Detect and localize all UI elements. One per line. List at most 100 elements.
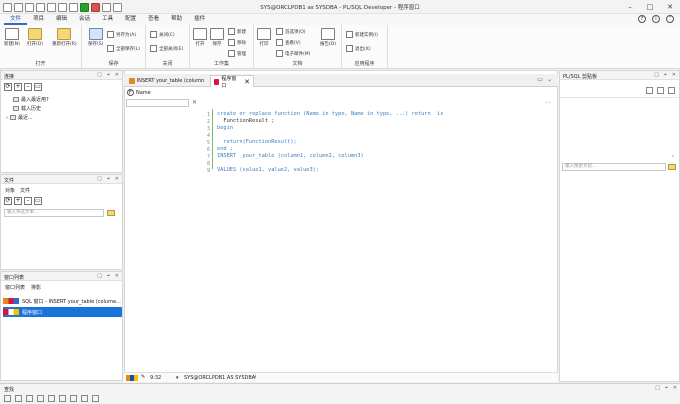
connection-dropdown-icon[interactable]: ▾ (176, 375, 179, 381)
tab-program-window[interactable]: 程序窗口 ✕ (210, 75, 254, 89)
menu-view[interactable]: 查看 (142, 14, 165, 25)
clipboard-search-input[interactable]: 输入搜索文段... (562, 163, 666, 171)
collapse-ribbon-icon[interactable]: ˄ (666, 15, 674, 23)
tab-objects[interactable]: 对象 (5, 187, 15, 194)
tree-item[interactable]: 最入最近用? (13, 96, 49, 103)
search-option-icon[interactable] (92, 395, 99, 402)
menu-session[interactable]: 会话 (73, 14, 96, 25)
close-tab-icon[interactable]: ✕ (244, 78, 250, 86)
report-button[interactable]: 报告(O) (320, 28, 336, 47)
save-as-button[interactable]: 另存为(A) (107, 31, 136, 38)
expand-icon[interactable]: › (6, 115, 8, 121)
pin-icon[interactable]: ⌖ (107, 72, 110, 78)
close-icon[interactable]: ✕ (672, 72, 676, 78)
float-icon[interactable]: □ (97, 176, 102, 182)
tab-menu-icon[interactable]: ⌄ (547, 76, 552, 83)
open-button[interactable]: 打开(O) (27, 28, 43, 47)
float-icon[interactable]: □ (97, 273, 102, 279)
save-all-button[interactable]: 全部保存(L) (107, 45, 140, 52)
float-icon[interactable]: □ (97, 72, 102, 78)
close-icon[interactable]: ✕ (115, 273, 119, 279)
exit-button[interactable]: 退出(X) (346, 45, 371, 52)
help-icon[interactable]: ? (638, 15, 646, 23)
workset-remove-button[interactable]: 移除 (228, 39, 246, 46)
tree-item[interactable]: 载入历史 (13, 105, 41, 112)
info-icon[interactable]: i (652, 15, 660, 23)
connection-label[interactable]: SYS@ORCLPDB1 AS SYSDBA (184, 375, 255, 381)
clear-icon[interactable] (668, 87, 675, 94)
float-icon[interactable]: □ (655, 385, 660, 391)
line-number: 7 (206, 154, 210, 160)
maximize-icon[interactable]: □ (640, 0, 660, 14)
menu-file[interactable]: 文件 (4, 14, 28, 25)
menu-project[interactable]: 项目 (27, 14, 50, 25)
refresh-icon[interactable]: ⟳ (4, 197, 12, 205)
reopen-button[interactable]: 重新打开(R) (52, 28, 77, 47)
close-icon[interactable]: ✕ (673, 385, 677, 391)
remove-icon[interactable]: – (24, 83, 32, 91)
list-item-selected[interactable]: 程序窗口 (3, 307, 122, 317)
workset-open-button[interactable]: 打开 (193, 28, 207, 47)
clipboard-list[interactable] (560, 97, 679, 151)
menu-help[interactable]: 帮助 (165, 14, 188, 25)
new-instance-button[interactable]: 新建实例(I) (346, 31, 378, 38)
paste-icon[interactable] (657, 87, 664, 94)
tab-files[interactable]: 文件 (20, 187, 30, 194)
save-button[interactable]: 保存(S) (88, 28, 103, 47)
search-option-icon[interactable] (48, 395, 55, 402)
folder-icon[interactable]: ▭ (34, 83, 42, 91)
menu-configure[interactable]: 配置 (119, 14, 142, 25)
tab-sql-window[interactable]: INSERT your_table (column... (126, 75, 208, 87)
pin-icon[interactable]: ⌖ (665, 385, 668, 391)
menu-edit[interactable]: 编辑 (50, 14, 73, 25)
clipboard-folder-icon[interactable] (668, 164, 676, 170)
expand-code-icon[interactable]: ‹ › (545, 100, 551, 106)
files-search-input[interactable]: 输入筛选文本... (4, 209, 104, 217)
folder-icon[interactable]: ▭ (34, 197, 42, 205)
pin-icon[interactable]: ⌖ (664, 72, 667, 78)
workset-save-button[interactable]: 保存 (210, 28, 224, 47)
tab-order[interactable]: 排影 (31, 284, 41, 291)
tab-window-list[interactable]: 窗口列表 (5, 284, 25, 291)
search-option-icon[interactable] (59, 395, 66, 402)
connect-icon[interactable]: ⊣ (252, 374, 256, 380)
workset-new-button[interactable]: 新建 (228, 28, 246, 35)
close-all-button[interactable]: 全部关闭(E) (150, 45, 183, 52)
close-icon[interactable]: ✕ (115, 72, 119, 78)
search-option-icon[interactable] (26, 395, 33, 402)
search-option-icon[interactable] (37, 395, 44, 402)
panel-header: 文件 □ ⌖ ✕ (1, 175, 122, 184)
tab-list-icon[interactable]: ▭ (537, 76, 543, 83)
list-item[interactable]: SQL 窗口 - INSERT your_table (colume... (3, 296, 122, 306)
search-option-icon[interactable] (15, 395, 22, 402)
add-icon[interactable]: + (14, 83, 22, 91)
remove-icon[interactable]: – (24, 197, 32, 205)
clear-search-icon[interactable]: ✕ (192, 99, 197, 106)
view-button[interactable]: 查看(V) (276, 39, 301, 46)
close-icon[interactable]: ✕ (115, 176, 119, 182)
search-icon[interactable] (4, 395, 11, 402)
pin-icon[interactable]: ⌖ (107, 176, 110, 182)
pin-icon[interactable]: ⌖ (107, 273, 110, 279)
copy-icon[interactable] (646, 87, 653, 94)
refresh-icon[interactable]: ⟳ (4, 83, 12, 91)
search-option-icon[interactable] (70, 395, 77, 402)
close-button[interactable]: 关闭(C) (150, 31, 175, 38)
clipboard-collapse-icon[interactable]: ⌃ (671, 155, 675, 161)
menu-plugins[interactable]: 插件 (188, 14, 211, 25)
preferences-button[interactable]: 首选项(O) (276, 28, 306, 35)
print-button[interactable]: 打印 (257, 28, 271, 47)
new-button[interactable]: 新建(N) (4, 28, 20, 47)
minimize-icon[interactable]: – (620, 0, 640, 14)
close-icon[interactable]: ✕ (660, 0, 680, 14)
search-option-icon[interactable] (81, 395, 88, 402)
save-as-icon (107, 31, 114, 38)
float-icon[interactable]: □ (654, 72, 659, 78)
browse-folder-icon[interactable] (107, 210, 115, 216)
program-search-input[interactable] (126, 99, 189, 107)
workset-manage-button[interactable]: 管理 (228, 50, 246, 57)
tree-item[interactable]: › 最近... (6, 114, 33, 122)
add-icon[interactable]: + (14, 197, 22, 205)
menu-tools[interactable]: 工具 (96, 14, 119, 25)
email-button[interactable]: 电子邮件(M) (276, 50, 310, 57)
